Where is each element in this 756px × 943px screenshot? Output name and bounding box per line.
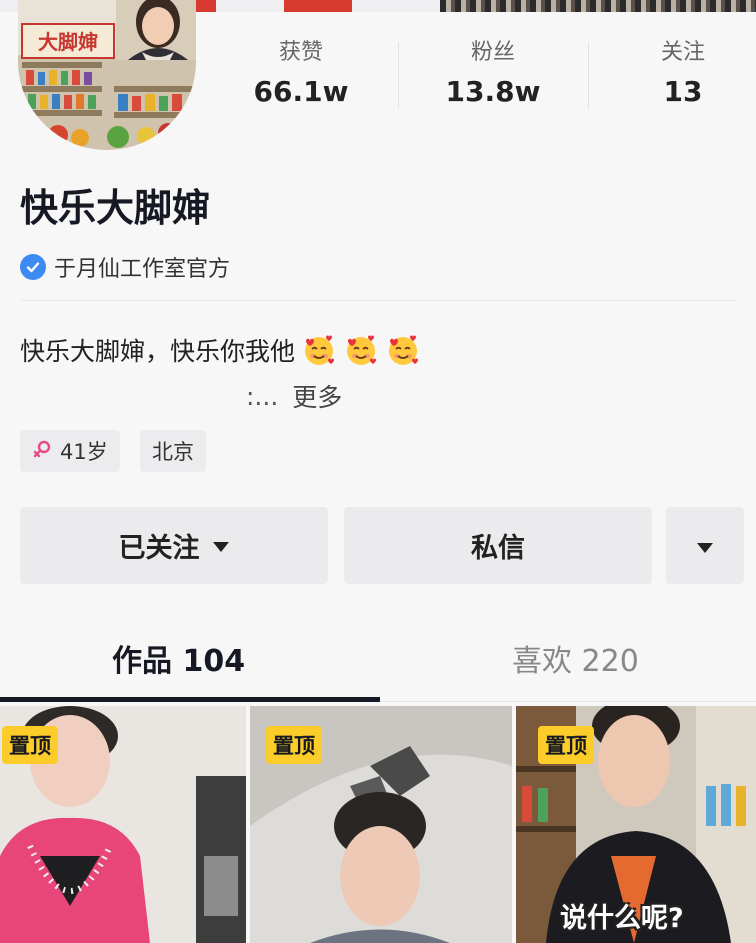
pinned-badge: 置顶 bbox=[2, 726, 58, 764]
stat-likes[interactable]: 获赞 66.1w bbox=[210, 38, 392, 116]
bio: 快乐大脚婶，快乐你我他 bbox=[20, 332, 421, 368]
avatar[interactable]: 大脚婶 bbox=[18, 0, 196, 150]
profile-name: 快乐大脚婶 bbox=[20, 186, 211, 230]
tab-works[interactable]: 作品 104 bbox=[112, 640, 245, 684]
video-thumbnail[interactable]: 置顶 bbox=[0, 706, 246, 943]
verification-text: 于月仙工作室官方 bbox=[54, 257, 231, 282]
message-button-label: 私信 bbox=[471, 533, 525, 564]
cover-art-pattern bbox=[440, 0, 756, 12]
more-options-button[interactable] bbox=[666, 507, 744, 584]
stat-fans-label: 粉丝 bbox=[470, 40, 515, 65]
pinned-badge: 置顶 bbox=[266, 726, 322, 764]
tag-age: 41岁 bbox=[20, 430, 120, 472]
bio-text: 快乐大脚婶，快乐你我他 bbox=[20, 337, 296, 366]
caret-down-icon bbox=[212, 534, 230, 558]
followed-button-label: 已关注 bbox=[118, 533, 200, 564]
stat-likes-label: 获赞 bbox=[278, 40, 323, 65]
pinned-badge: 置顶 bbox=[538, 726, 594, 764]
caret-down-icon bbox=[696, 530, 714, 561]
tab-active-indicator bbox=[0, 697, 380, 702]
stat-divider bbox=[588, 42, 589, 108]
female-icon bbox=[32, 439, 52, 464]
divider bbox=[20, 300, 736, 301]
cover-art-red-3 bbox=[284, 0, 352, 12]
smiling-face-with-hearts-icon bbox=[305, 335, 335, 365]
stat-following[interactable]: 关注 13 bbox=[592, 38, 756, 116]
message-button[interactable]: 私信 bbox=[344, 507, 652, 584]
stat-fans-value: 13.8w bbox=[445, 75, 541, 108]
followed-button[interactable]: 已关注 bbox=[20, 507, 328, 584]
avatar-sign-text: 大脚婶 bbox=[38, 30, 98, 54]
verified-badge-icon bbox=[20, 254, 46, 280]
video-thumbnail[interactable]: 置顶 bbox=[250, 706, 512, 943]
bio-expand[interactable]: :... 更多 bbox=[246, 378, 342, 414]
smiling-face-with-hearts-icon bbox=[389, 335, 419, 365]
video-thumbnail[interactable]: 置顶 说什么呢? bbox=[516, 706, 756, 943]
verification-row: 于月仙工作室官方 bbox=[20, 252, 230, 282]
smiling-face-with-hearts-icon bbox=[347, 335, 377, 365]
stat-fans[interactable]: 粉丝 13.8w bbox=[402, 38, 584, 116]
tab-likes[interactable]: 喜欢 220 bbox=[512, 640, 639, 684]
more-link[interactable]: 更多 bbox=[292, 378, 342, 414]
profile-stats: 获赞 66.1w 粉丝 13.8w 关注 13 bbox=[210, 38, 756, 118]
tag-location-label: 北京 bbox=[152, 440, 194, 464]
stat-following-value: 13 bbox=[663, 75, 703, 108]
stat-following-label: 关注 bbox=[660, 40, 705, 65]
bio-ellipsis: :... bbox=[246, 381, 279, 411]
tag-age-label: 41岁 bbox=[60, 440, 108, 464]
video-caption: 说什么呢? bbox=[560, 903, 684, 934]
stat-divider bbox=[398, 42, 399, 108]
tag-location: 北京 bbox=[140, 430, 206, 472]
stat-likes-value: 66.1w bbox=[253, 75, 349, 108]
